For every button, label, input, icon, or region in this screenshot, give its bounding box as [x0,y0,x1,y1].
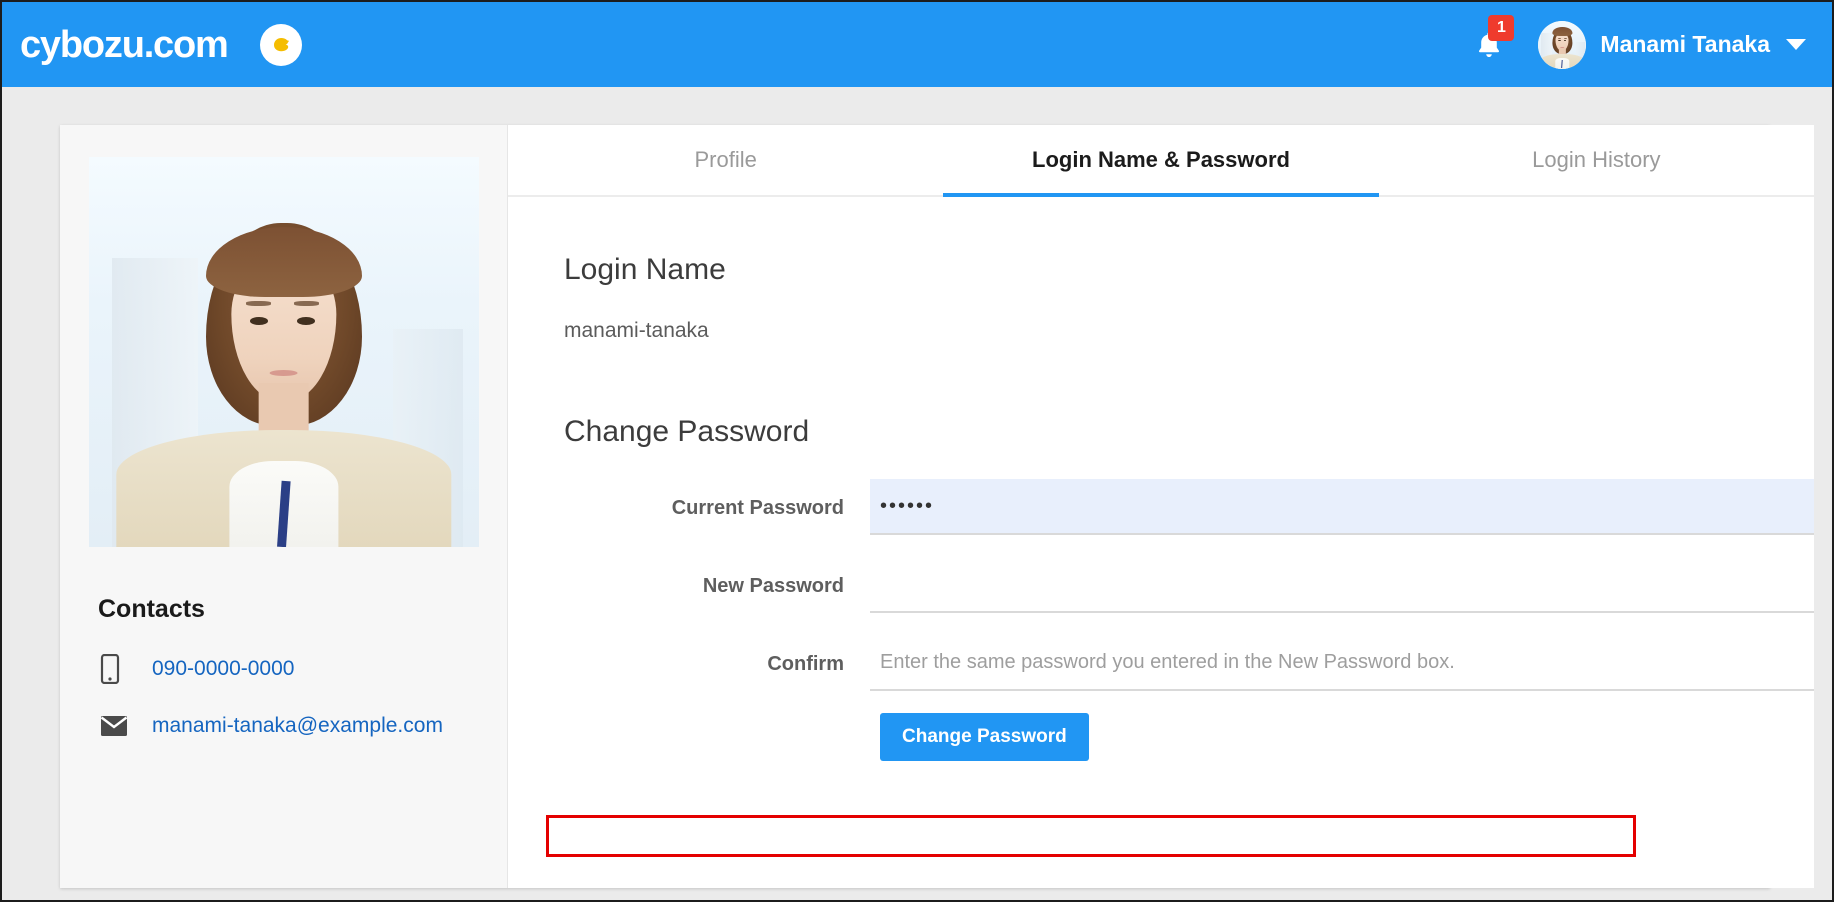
new-password-input[interactable] [870,557,1814,613]
change-password-button[interactable]: Change Password [880,713,1089,761]
mobile-phone-icon [100,654,140,684]
confirm-password-label: Confirm [564,635,870,676]
change-password-heading: Change Password [564,415,1814,449]
contact-email-link[interactable]: manami-tanaka@example.com [152,714,443,738]
app-header: cybozu.com 1 [2,2,1832,87]
form-actions: Change Password [564,713,1814,761]
envelope-icon [100,715,140,737]
tab-login-history[interactable]: Login History [1379,125,1814,195]
login-name-value: manami-tanaka [564,319,1814,343]
contact-row-email: manami-tanaka@example.com [100,714,507,738]
login-name-heading: Login Name [564,253,1814,287]
tab-profile[interactable]: Profile [508,125,943,195]
form-row-confirm-password: Confirm [564,635,1814,691]
form-row-new-password: New Password [564,557,1814,613]
chevron-down-icon[interactable] [1786,39,1806,50]
header-right-group: 1 Manami Tanaka [1468,19,1832,71]
contact-row-phone: 090-0000-0000 [100,654,507,684]
notification-count-badge: 1 [1488,15,1514,41]
confirm-password-input[interactable] [870,635,1814,691]
user-name-label[interactable]: Manami Tanaka [1600,31,1770,58]
avatar[interactable] [1538,21,1586,69]
new-password-label: New Password [564,557,870,598]
brand-logo[interactable]: cybozu.com [20,26,228,64]
contacts-heading: Contacts [98,595,507,624]
profile-photo [89,157,479,547]
profile-photo-image [89,157,479,547]
current-password-input[interactable] [870,479,1814,535]
tab-login-name-password[interactable]: Login Name & Password [943,125,1378,195]
profile-card: Contacts 090-0000-0000 [60,125,1770,888]
login-name-section: Login Name manami-tanaka Change Password… [508,253,1814,761]
kintone-app-icon[interactable] [260,24,302,66]
page-body: Contacts 090-0000-0000 [2,87,1832,900]
profile-sidebar: Contacts 090-0000-0000 [60,125,508,888]
change-password-form: Current Password New Password Confirm [564,479,1814,761]
tab-bar: Profile Login Name & Password Login Hist… [508,125,1814,197]
avatar-photo [1538,21,1586,69]
red-highlight-box [546,815,1636,857]
screenshot-root: cybozu.com 1 [0,0,1834,902]
profile-content: Profile Login Name & Password Login Hist… [508,125,1814,888]
notifications-button[interactable]: 1 [1468,19,1510,71]
form-actions-spacer [564,713,870,761]
form-row-current-password: Current Password [564,479,1814,535]
contact-phone-link[interactable]: 090-0000-0000 [152,657,294,681]
current-password-label: Current Password [564,479,870,520]
